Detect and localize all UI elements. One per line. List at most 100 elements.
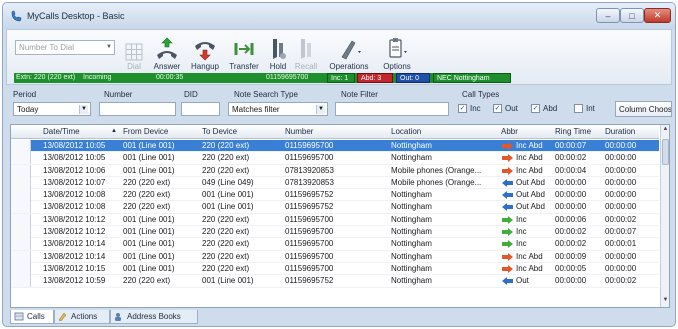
- site-badge: NEC Nottingham: [433, 73, 511, 83]
- number-to-dial-placeholder: Number To Dial: [19, 43, 74, 52]
- outgoing-arrow-icon: [502, 178, 513, 187]
- answer-label: Answer: [153, 62, 181, 71]
- vertical-scrollbar[interactable]: ▲ ▼: [660, 125, 669, 307]
- tab-calls[interactable]: Calls: [10, 310, 54, 324]
- row-selector[interactable]: [11, 226, 31, 239]
- cell-ring-time: 00:00:06: [555, 214, 587, 224]
- row-selector[interactable]: [11, 275, 31, 288]
- row-selector[interactable]: [11, 189, 31, 202]
- cell-ring-time: 00:00:02: [555, 153, 587, 163]
- out-checkbox[interactable]: ✓ Out: [493, 104, 518, 113]
- row-selector[interactable]: [11, 238, 31, 251]
- table-row[interactable]: 13/08/2012 10:08 220 (220 ext) 001 (Line 0…: [11, 201, 659, 214]
- scroll-thumb[interactable]: [662, 139, 669, 165]
- table-row[interactable]: 13/08/2012 10:12 001 (Line 001) 220 (220 e…: [11, 226, 659, 239]
- cell-from-device: 220 (220 ext): [123, 202, 171, 212]
- scroll-down-icon[interactable]: ▼: [662, 297, 669, 306]
- row-selector[interactable]: [11, 176, 31, 189]
- note-search-type-select[interactable]: Matches filter ▼: [228, 102, 328, 116]
- period-select[interactable]: Today ▼: [13, 102, 91, 116]
- number-filter-input[interactable]: [99, 102, 176, 116]
- row-selector[interactable]: [11, 262, 31, 275]
- inc-checkbox[interactable]: ✓ Inc: [458, 104, 481, 113]
- column-header-to-device[interactable]: To Device: [202, 127, 237, 136]
- cell-to-device: 220 (220 ext): [202, 227, 250, 237]
- table-row[interactable]: 13/08/2012 10:15 001 (Line 001) 220 (220 e…: [11, 262, 659, 276]
- abd-checkbox[interactable]: ✓ Abd: [531, 104, 557, 113]
- hold-button[interactable]: Hold: [265, 33, 291, 71]
- tab-address-books-label: Address Books: [127, 312, 181, 321]
- cell-location: Nottingham: [391, 227, 432, 237]
- row-selector[interactable]: [11, 201, 31, 214]
- tab-address-books[interactable]: Address Books: [110, 310, 198, 324]
- number-to-dial-combo[interactable]: Number To Dial ▼: [15, 40, 115, 55]
- table-row[interactable]: 13/08/2012 10:05 001 (Line 001) 220 (220 e…: [11, 152, 659, 165]
- cell-duration: 00:00:00: [605, 251, 637, 261]
- keypad-icon: [125, 43, 143, 61]
- table-row[interactable]: 13/08/2012 10:05 001 (Line 001) 220 (220 e…: [11, 140, 659, 153]
- close-button[interactable]: ✕: [644, 8, 671, 23]
- incoming-arrow-icon: [502, 142, 513, 150]
- cell-abbr: Inc Abd: [516, 141, 543, 150]
- cell-location: Nottingham: [391, 214, 432, 224]
- maximize-button[interactable]: □: [620, 8, 644, 23]
- answer-button[interactable]: Answer: [149, 33, 185, 71]
- column-header-location[interactable]: Location: [391, 127, 421, 136]
- chevron-down-icon: ▼: [106, 44, 112, 50]
- title-bar: MyCalls Desktop - Basic – □ ✕: [3, 3, 675, 29]
- cell-datetime: 13/08/2012 10:05: [43, 153, 106, 163]
- incoming-arrow-icon: [502, 264, 513, 273]
- table-row[interactable]: 13/08/2012 10:59 220 (220 ext) 001 (Line 0…: [11, 275, 659, 288]
- cell-ring-time: 00:00:09: [555, 251, 587, 261]
- cell-from-device: 220 (220 ext): [123, 190, 171, 200]
- table-row[interactable]: 13/08/2012 10:08 220 (220 ext) 001 (Line 0…: [11, 189, 659, 202]
- cell-abbr: Out Abd: [516, 202, 545, 212]
- cell-location: Nottingham: [391, 202, 432, 212]
- table-row[interactable]: 13/08/2012 10:06 001 (Line 001) 220 (220 e…: [11, 164, 659, 177]
- column-header-ring-time[interactable]: Ring Time: [555, 127, 591, 136]
- table-row[interactable]: 13/08/2012 10:14 001 (Line 001) 220 (220 e…: [11, 238, 659, 251]
- cell-from-device: 001 (Line 001): [123, 239, 175, 249]
- recall-button[interactable]: Recall: [291, 33, 321, 71]
- table-row[interactable]: 13/08/2012 10:14 001 (Line 001) 220 (220 e…: [11, 250, 659, 263]
- did-filter-input[interactable]: [181, 102, 220, 116]
- column-header-number[interactable]: Number: [285, 127, 313, 136]
- row-selector[interactable]: [11, 250, 31, 263]
- call-toolbar: Number To Dial ▼ Dial Answer Hangup Tran…: [6, 29, 672, 85]
- cell-datetime: 13/08/2012 10:14: [43, 251, 106, 261]
- cell-abbr: Inc Abd: [516, 153, 543, 163]
- scroll-up-icon[interactable]: ▲: [662, 126, 669, 135]
- cell-ring-time: 00:00:05: [555, 263, 587, 273]
- column-header-datetime[interactable]: Date/Time: [43, 127, 80, 136]
- column-header-abbr[interactable]: Abbr: [501, 127, 518, 136]
- column-header-from-device[interactable]: From Device: [123, 127, 168, 136]
- table-row[interactable]: 13/08/2012 10:12 001 (Line 001) 220 (220 e…: [11, 213, 659, 227]
- tab-actions[interactable]: Actions: [54, 310, 110, 324]
- operations-button[interactable]: Operations: [325, 33, 373, 71]
- call-state: Incoming: [83, 74, 112, 81]
- minimize-button[interactable]: –: [596, 8, 620, 23]
- cell-to-device: 220 (220 ext): [202, 153, 250, 163]
- int-checkbox-label: Int: [586, 104, 595, 113]
- row-selector[interactable]: [11, 213, 31, 226]
- int-checkbox[interactable]: Int: [574, 104, 595, 113]
- cell-abbr: Inc Abd: [516, 263, 543, 273]
- row-selector[interactable]: [11, 152, 31, 165]
- period-label: Period: [13, 90, 37, 99]
- abd-checkbox-label: Abd: [543, 104, 558, 113]
- table-row[interactable]: 13/08/2012 10:07 220 (220 ext) 049 (Line 0…: [11, 176, 659, 190]
- row-selector[interactable]: [11, 164, 31, 177]
- note-filter-input[interactable]: [335, 102, 449, 116]
- incoming-arrow-icon: [502, 215, 513, 224]
- column-chooser-button[interactable]: Column Chooser: [615, 101, 672, 117]
- column-header-duration[interactable]: Duration: [605, 127, 635, 136]
- row-selector[interactable]: [11, 140, 31, 152]
- options-button[interactable]: Options: [379, 33, 415, 71]
- checkbox-checked-icon: ✓: [531, 104, 540, 113]
- hangup-button[interactable]: Hangup: [187, 33, 223, 71]
- note-search-type-label: Note Search Type: [234, 90, 298, 99]
- cell-to-device: 220 (220 ext): [202, 251, 250, 261]
- transfer-button[interactable]: Transfer: [225, 33, 263, 71]
- cell-number: 07813920853: [285, 165, 334, 175]
- dial-button[interactable]: Dial: [119, 33, 149, 71]
